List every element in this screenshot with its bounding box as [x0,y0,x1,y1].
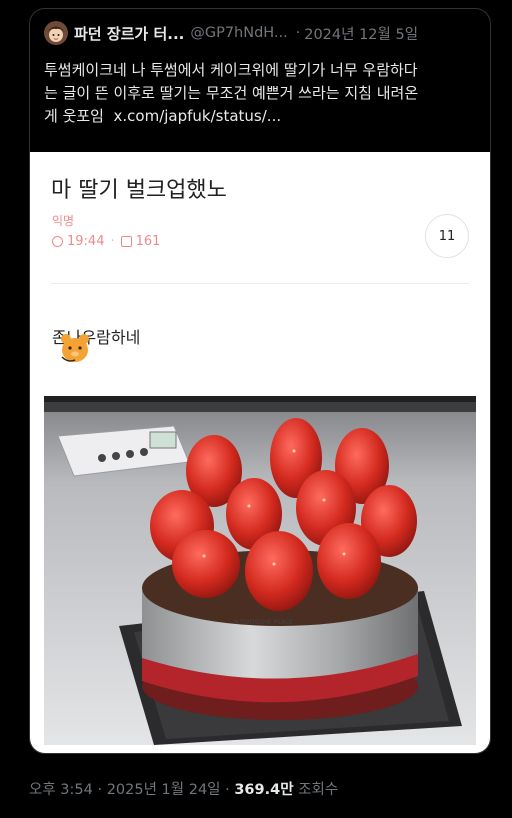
post-title: 마 딸기 벌크업했노 [51,178,227,203]
header-separator: · [295,25,301,41]
tweet-header: 파던 장르가 터... @GP7hNdH... · 2024년 12월 5일 [44,21,484,45]
tweet-date[interactable]: 2024년 12월 5일 [304,23,418,44]
embedded-screenshot[interactable]: 마 딸기 벌크업했노 익명 19:44 · 161 11 존나우람하네 A TW… [30,152,490,753]
footer-separator-2: · [225,782,230,798]
tweet-text-line-3-text: 게 웃포임 [44,107,104,125]
svg-text:A TWOSOME PLACE: A TWOSOME PLACE [234,619,293,626]
document-icon [120,236,132,247]
tweet-card[interactable]: 파던 장르가 터... @GP7hNdH... · 2024년 12월 5일 투… [29,8,491,754]
tweet-text-line-3: 게 웃포임 x.com/japfuk/status/... [44,105,484,128]
clock-icon [52,236,63,247]
cartoon-avatar-icon [44,21,68,45]
footer-separator-1: · [97,782,103,798]
display-name[interactable]: 파던 장르가 터... [74,23,184,44]
tweet-full-date[interactable]: 2025년 1월 24일 [107,782,221,798]
bear-sticker-icon [61,334,89,362]
tweet-timestamp-row: 오후 3:54 · 2025년 1월 24일 · 369.4만 조회수 [29,778,338,799]
view-count: 369.4만 [234,782,294,798]
divider [51,283,469,284]
post-meta: 19:44 · 161 [52,234,160,249]
post-views: 161 [135,234,161,249]
tweet-text: 투썸케이크네 나 투썸에서 케이크위에 딸기가 너무 우람하다 는 글이 뜬 이… [44,59,484,128]
page: 파던 장르가 터... @GP7hNdH... · 2024년 12월 5일 투… [0,0,512,818]
meta-separator: · [110,234,115,249]
tweet-text-line-1: 투썸케이크네 나 투썸에서 케이크위에 딸기가 너무 우람하다 [44,61,418,79]
tweet-text-line-2: 는 글이 뜬 이후로 딸기는 무조건 예쁜거 쓰라는 지침 내려온 [44,84,419,102]
tweet-time[interactable]: 오후 3:54 [29,782,93,798]
post-time: 19:44 [67,234,105,249]
cake-photo: A TWOSOME PLACE [44,396,476,745]
comment-count-badge: 11 [425,214,469,258]
strawberry-cake-image: A TWOSOME PLACE [44,396,476,745]
view-count-label: 조회수 [298,782,339,798]
avatar[interactable] [44,21,68,45]
user-handle[interactable]: @GP7hNdH... [190,25,287,41]
tweet-link[interactable]: x.com/japfuk/status/... [114,107,282,125]
post-author: 익명 [52,214,75,228]
